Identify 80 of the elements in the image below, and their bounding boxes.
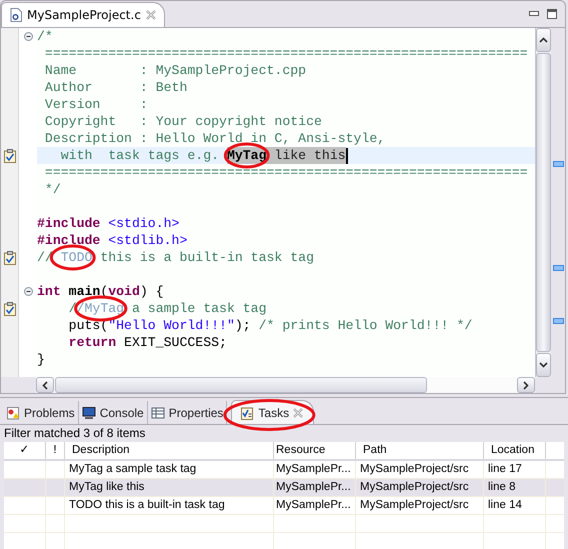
scroll-left-icon[interactable] <box>42 380 48 390</box>
code-comment: ============================================================= <box>44 45 528 62</box>
selected-text: like this <box>266 147 346 164</box>
table-cell: MyTag like this <box>65 479 274 496</box>
view-tab[interactable]: Console <box>78 401 148 424</box>
task-marker[interactable] <box>553 318 564 324</box>
task-icon <box>4 302 16 316</box>
code-comment: a sample task tag <box>130 300 267 317</box>
function-name: main <box>68 283 100 300</box>
code-comment: /* prints Hello World!!! */ <box>258 317 472 334</box>
task-list-icon <box>240 406 254 420</box>
code-comment: Copyright : Your copyright notice <box>44 113 322 130</box>
table-cell: MySamplePr... <box>274 497 356 514</box>
text-cursor <box>346 148 348 164</box>
task-tag: /MyTag <box>76 300 124 317</box>
code-comment: Name : MySampleProject.cpp <box>44 62 306 79</box>
code-keyword: return <box>68 334 116 351</box>
code-comment: ============================================================= <box>44 164 528 181</box>
warning-list-icon <box>6 406 20 420</box>
collapse-icon[interactable] <box>24 32 32 41</box>
code-string: "Hello World!!!" <box>108 317 235 334</box>
task-icon <box>4 148 16 162</box>
task-tag: TODO <box>52 249 92 266</box>
column-header[interactable]: Description <box>65 442 274 459</box>
horizontal-scrollbar[interactable] <box>36 377 535 393</box>
column-header[interactable]: Path <box>356 442 484 459</box>
table-cell: line 8 <box>484 479 546 496</box>
c-file-icon <box>10 8 22 22</box>
maximize-icon[interactable] <box>547 9 557 19</box>
code-comment: Description : Hello World in C, Ansi-style, <box>44 130 386 147</box>
code-string: <stdlib.h> <box>108 232 188 249</box>
vertical-scrollbar[interactable] <box>535 28 551 377</box>
code-keyword: #include <box>37 215 102 232</box>
table-cell: MySampleProject/src <box>356 497 484 514</box>
code-comment: this is a built-in task tag <box>99 249 314 266</box>
scroll-up-icon[interactable] <box>539 37 548 43</box>
column-header[interactable]: Resource <box>274 442 356 459</box>
code-area[interactable] <box>37 28 535 377</box>
code-comment: /* <box>37 28 53 45</box>
code-keyword: #include <box>37 232 102 249</box>
monitor-icon <box>82 406 96 420</box>
minimize-icon[interactable] <box>529 11 539 17</box>
table-cell: line 17 <box>484 461 546 478</box>
table-cell: MySamplePr... <box>274 479 356 496</box>
table-icon <box>150 406 165 420</box>
code-text: puts( <box>68 317 108 334</box>
code-string: <stdio.h> <box>108 215 180 232</box>
table-cell: TODO this is a built-in task tag <box>65 497 274 514</box>
table-cell: MySampleProject/src <box>356 479 484 496</box>
code-keyword: void <box>108 283 140 300</box>
column-header[interactable]: ✓ <box>4 442 46 459</box>
code-comment: Version : <box>44 96 148 113</box>
table-cell: MySampleProject/src <box>356 461 484 478</box>
view-tab[interactable]: Properties <box>148 401 228 424</box>
task-icon <box>4 250 16 264</box>
task-marker[interactable] <box>553 265 564 272</box>
code-text: ); <box>234 317 252 334</box>
close-icon[interactable] <box>293 408 304 418</box>
view-tab[interactable]: Problems <box>3 401 79 424</box>
code-keyword: int <box>37 283 62 300</box>
editor-tab[interactable]: MySampleProject.c <box>1 2 165 27</box>
column-header[interactable]: ! <box>46 442 65 459</box>
scroll-right-icon[interactable] <box>523 380 529 390</box>
close-icon[interactable] <box>146 10 156 20</box>
table-cell: MySamplePr... <box>274 461 356 478</box>
filter-status: Filter matched 3 of 8 items <box>3 425 146 442</box>
code-text: } <box>37 351 45 368</box>
table-cell: MyTag a sample task tag <box>65 461 274 478</box>
task-row[interactable]: MyTag like this MySamplePr... MySampleProject/src line 8 <box>4 479 564 497</box>
collapse-icon[interactable] <box>24 287 32 296</box>
code-comment: */ <box>44 181 61 198</box>
table-cell: line 14 <box>484 497 546 514</box>
task-row[interactable]: TODO this is a built-in task tag MySamplePr... MySampleProject/src line 14 <box>4 497 564 515</box>
code-text: EXIT_SUCCESS; <box>123 334 227 351</box>
scroll-down-icon[interactable] <box>539 362 548 368</box>
task-marker[interactable] <box>553 160 564 167</box>
code-comment: with task tags e.g. <box>60 147 220 164</box>
code-text: ) { <box>140 283 164 300</box>
column-header[interactable]: Location <box>484 442 546 459</box>
code-comment: Author : Beth <box>44 79 188 96</box>
